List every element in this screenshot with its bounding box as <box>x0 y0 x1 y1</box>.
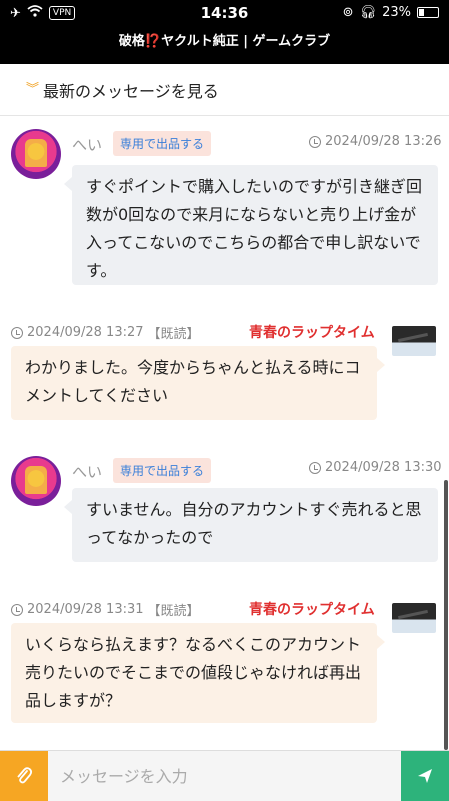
message-timestamp: 2024/09/28 13:31 【既読】 <box>11 600 200 619</box>
exclusive-listing-tag[interactable]: 専用で出品する <box>113 131 212 156</box>
message-timestamp: 2024/09/28 13:27 【既読】 <box>11 323 200 342</box>
exclusive-listing-tag[interactable]: 専用で出品する <box>113 458 212 483</box>
message-input[interactable] <box>48 751 401 801</box>
avatar[interactable] <box>11 129 61 179</box>
timestamp-text: 2024/09/28 13:26 <box>325 134 442 149</box>
message-input-bar <box>0 750 449 801</box>
message-bubble: わかりました。今度からちゃんと払える時にコメントしてください <box>11 346 385 420</box>
title-suffix: ヤクルト純正 | ゲームクラブ <box>161 34 331 49</box>
paperclip-icon <box>17 767 33 784</box>
clock-icon <box>309 135 321 148</box>
clock-icon <box>11 326 23 339</box>
latest-messages-link[interactable]: ︾ 最新のメッセージを見る <box>0 64 449 116</box>
user-name[interactable]: へい <box>72 461 102 482</box>
clock-icon <box>11 603 23 616</box>
user-name[interactable]: へい <box>72 134 102 155</box>
message-bubble: すぐポイントで購入したいのですが引き継ぎ回数が0回なので来月にならないと売り上げ… <box>64 165 438 285</box>
latest-messages-label: 最新のメッセージを見る <box>43 81 219 101</box>
status-bar: ✈ VPN 14:36 ⊚ 🎧︎ 23% <box>0 0 449 26</box>
send-button[interactable] <box>401 751 449 801</box>
message-timestamp: 2024/09/28 13:30 <box>309 460 442 475</box>
send-icon <box>418 769 432 783</box>
rotation-lock-icon: ⊚ <box>342 5 354 20</box>
exclamation-question-icon: ⁉️ <box>144 34 162 49</box>
timestamp-text: 2024/09/28 13:31 <box>27 602 144 617</box>
battery-percent: 23% <box>382 5 411 20</box>
listing-thumbnail[interactable] <box>392 326 436 356</box>
sender-name: 青春のラップタイム <box>249 325 375 341</box>
clock-icon <box>309 461 321 474</box>
timestamp-text: 2024/09/28 13:27 <box>27 325 144 340</box>
scrollbar[interactable] <box>444 480 448 750</box>
double-chevron-down-icon: ︾ <box>26 81 40 97</box>
headphones-icon: 🎧︎ <box>359 5 377 20</box>
page-title: 破格⁉️ヤクルト純正 | ゲームクラブ <box>0 26 449 64</box>
avatar[interactable] <box>11 456 61 506</box>
battery-icon <box>417 7 439 18</box>
timestamp-text: 2024/09/28 13:30 <box>325 460 442 475</box>
message-bubble: すいません。自分のアカウントすぐ売れると思ってなかったので <box>64 488 438 562</box>
message-timestamp: 2024/09/28 13:26 <box>309 134 442 149</box>
read-status: 【既読】 <box>147 327 200 342</box>
sender-name: 青春のラップタイム <box>249 602 375 618</box>
listing-thumbnail[interactable] <box>392 603 436 633</box>
status-right: ⊚ 🎧︎ 23% <box>343 5 439 20</box>
attach-button[interactable] <box>0 751 48 801</box>
read-status: 【既読】 <box>147 604 200 619</box>
message-bubble: いくらなら払えます？なるべくこのアカウント売りたいのでそこまでの値段じゃなければ… <box>11 623 385 723</box>
title-prefix: 破格 <box>118 34 145 49</box>
